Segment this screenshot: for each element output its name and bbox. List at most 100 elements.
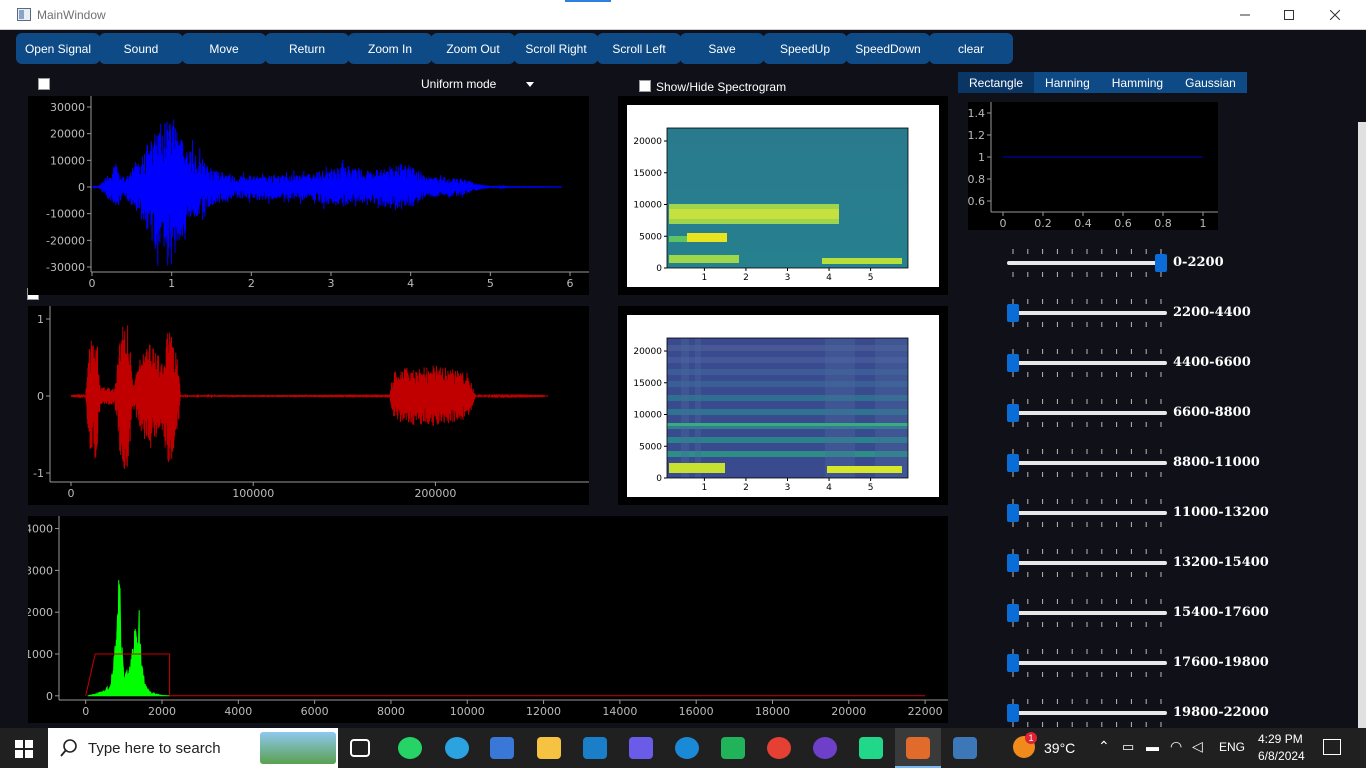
wifi-icon[interactable]: ◠ [1170,738,1182,755]
dataspell-icon[interactable] [721,737,745,759]
band-slider[interactable] [1007,348,1169,378]
x-tick-label: 4 [407,277,414,290]
file-explorer-icon[interactable] [537,737,561,759]
x-tick-label: 3 [328,277,335,290]
slider-handle[interactable] [1007,654,1019,672]
battery-icon[interactable]: ▬ [1146,739,1159,754]
band-slider[interactable] [1007,248,1169,278]
tab-rectangle[interactable]: Rectangle [958,72,1035,93]
window-function-tabs: Rectangle Hanning Hamming Gaussian [958,72,1247,93]
open-signal-button[interactable]: Open Signal [16,33,100,64]
clock-time[interactable]: 4:29 PM [1258,732,1303,746]
equalizer-window-series[interactable] [85,653,926,697]
toolbar: Open Signal Sound Move Return Zoom In Zo… [10,32,1356,66]
frequency-spectrum-plot[interactable]: 0 2000 4000 6000 8000 10000 12000 14000 16000 180… [25,516,948,723]
return-button[interactable]: Return [265,33,349,64]
spectrogram-band-mid [687,233,727,242]
x-tick-label: 2 [743,273,749,283]
y-tick-label: 20000 [633,347,662,357]
network-icon[interactable]: ▭ [1122,739,1134,755]
tab-gaussian[interactable]: Gaussian [1174,72,1247,93]
spectrogram-band-mid-left [669,236,687,242]
maximize-button[interactable] [1266,0,1312,30]
title-bar: MainWindow [0,0,1366,30]
slider-groove[interactable] [1007,311,1167,315]
slider-handle[interactable] [1007,554,1019,572]
x-tick-label: 0.4 [1074,217,1092,230]
input-signal-plot[interactable]: 0 1 2 3 4 5 6 30000 20000 10000 0 -10000 -20000 -300… [28,96,589,295]
band-slider[interactable] [1007,648,1169,678]
minimize-button[interactable] [1222,0,1268,30]
band-slider[interactable] [1007,598,1169,628]
volume-icon[interactable]: ◁ [1192,738,1203,755]
slider-groove[interactable] [1007,361,1167,365]
slider-groove[interactable] [1007,411,1167,415]
spectrogram-checkbox[interactable] [639,80,651,92]
windows-start-button[interactable] [15,740,33,763]
speed-down-button[interactable]: SpeedDown [846,33,930,64]
store-icon[interactable] [490,737,514,759]
telegram-icon[interactable] [445,737,469,759]
zoom-in-button[interactable]: Zoom In [348,33,432,64]
language-indicator[interactable]: ENG [1219,740,1245,754]
band-slider[interactable] [1007,448,1169,478]
clear-button[interactable]: clear [929,33,1013,64]
edge-icon[interactable] [675,737,699,759]
chevron-up-icon[interactable]: ⌃ [1098,738,1110,755]
slider-groove[interactable] [1007,511,1167,515]
band-slider-label: 19800-22000 [1173,705,1269,720]
scrollbar-thumb[interactable] [1358,122,1366,742]
clock-date[interactable]: 6/8/2024 [1258,749,1305,763]
vertical-scrollbar[interactable] [1357,30,1366,742]
task-view-icon[interactable] [350,739,370,757]
pycharm-icon[interactable] [859,737,883,759]
x-tick-label: 18000 [755,705,790,718]
slider-handle[interactable] [1007,304,1019,322]
arduino-icon[interactable] [583,737,607,759]
clipchamp-icon[interactable] [629,737,653,759]
chrome-icon[interactable] [767,737,791,759]
y-tick-label: 10000 [50,154,85,167]
slider-groove[interactable] [1007,261,1167,265]
slider-groove[interactable] [1007,711,1167,715]
y-tick-label: 0 [37,390,44,403]
band-slider[interactable] [1007,298,1169,328]
slider-groove[interactable] [1007,661,1167,665]
notification-icon[interactable] [1323,739,1341,755]
slider-groove[interactable] [1007,561,1167,565]
slider-groove[interactable] [1007,461,1167,465]
tab-hanning[interactable]: Hanning [1034,72,1101,93]
band-slider[interactable] [1007,698,1169,728]
search-icon [60,739,77,757]
band-slider[interactable] [1007,548,1169,578]
move-button[interactable]: Move [182,33,266,64]
band-slider[interactable] [1007,498,1169,528]
tab-hamming[interactable]: Hamming [1100,72,1175,93]
input-graph-checkbox[interactable] [38,78,50,90]
slider-handle[interactable] [1007,504,1019,522]
github-desktop-icon[interactable] [813,737,837,759]
sound-button[interactable]: Sound [99,33,183,64]
mode-select[interactable]: Uniform mode [418,75,538,94]
scroll-right-button[interactable]: Scroll Right [514,33,598,64]
slider-handle[interactable] [1007,704,1019,722]
slider-handle[interactable] [1007,354,1019,372]
band-slider[interactable] [1007,398,1169,428]
slider-handle[interactable] [1155,254,1167,272]
slider-handle[interactable] [1007,404,1019,422]
spectrogram-band [667,395,908,401]
slider-groove[interactable] [1007,611,1167,615]
zoom-out-button[interactable]: Zoom Out [431,33,515,64]
whatsapp-icon[interactable] [398,737,422,759]
save-button[interactable]: Save [680,33,764,64]
slider-handle[interactable] [1007,454,1019,472]
output-signal-plot[interactable]: 0 100000 200000 1 0 -1 [28,306,589,505]
slider-handle[interactable] [1007,604,1019,622]
scroll-left-button[interactable]: Scroll Left [597,33,681,64]
y-tick-label: 1.2 [968,129,985,142]
speed-up-button[interactable]: SpeedUp [763,33,847,64]
python-icon[interactable] [953,737,977,759]
close-button[interactable] [1312,0,1358,30]
active-app-slot[interactable] [895,728,941,768]
taskbar-search[interactable]: Type here to search [48,728,338,768]
